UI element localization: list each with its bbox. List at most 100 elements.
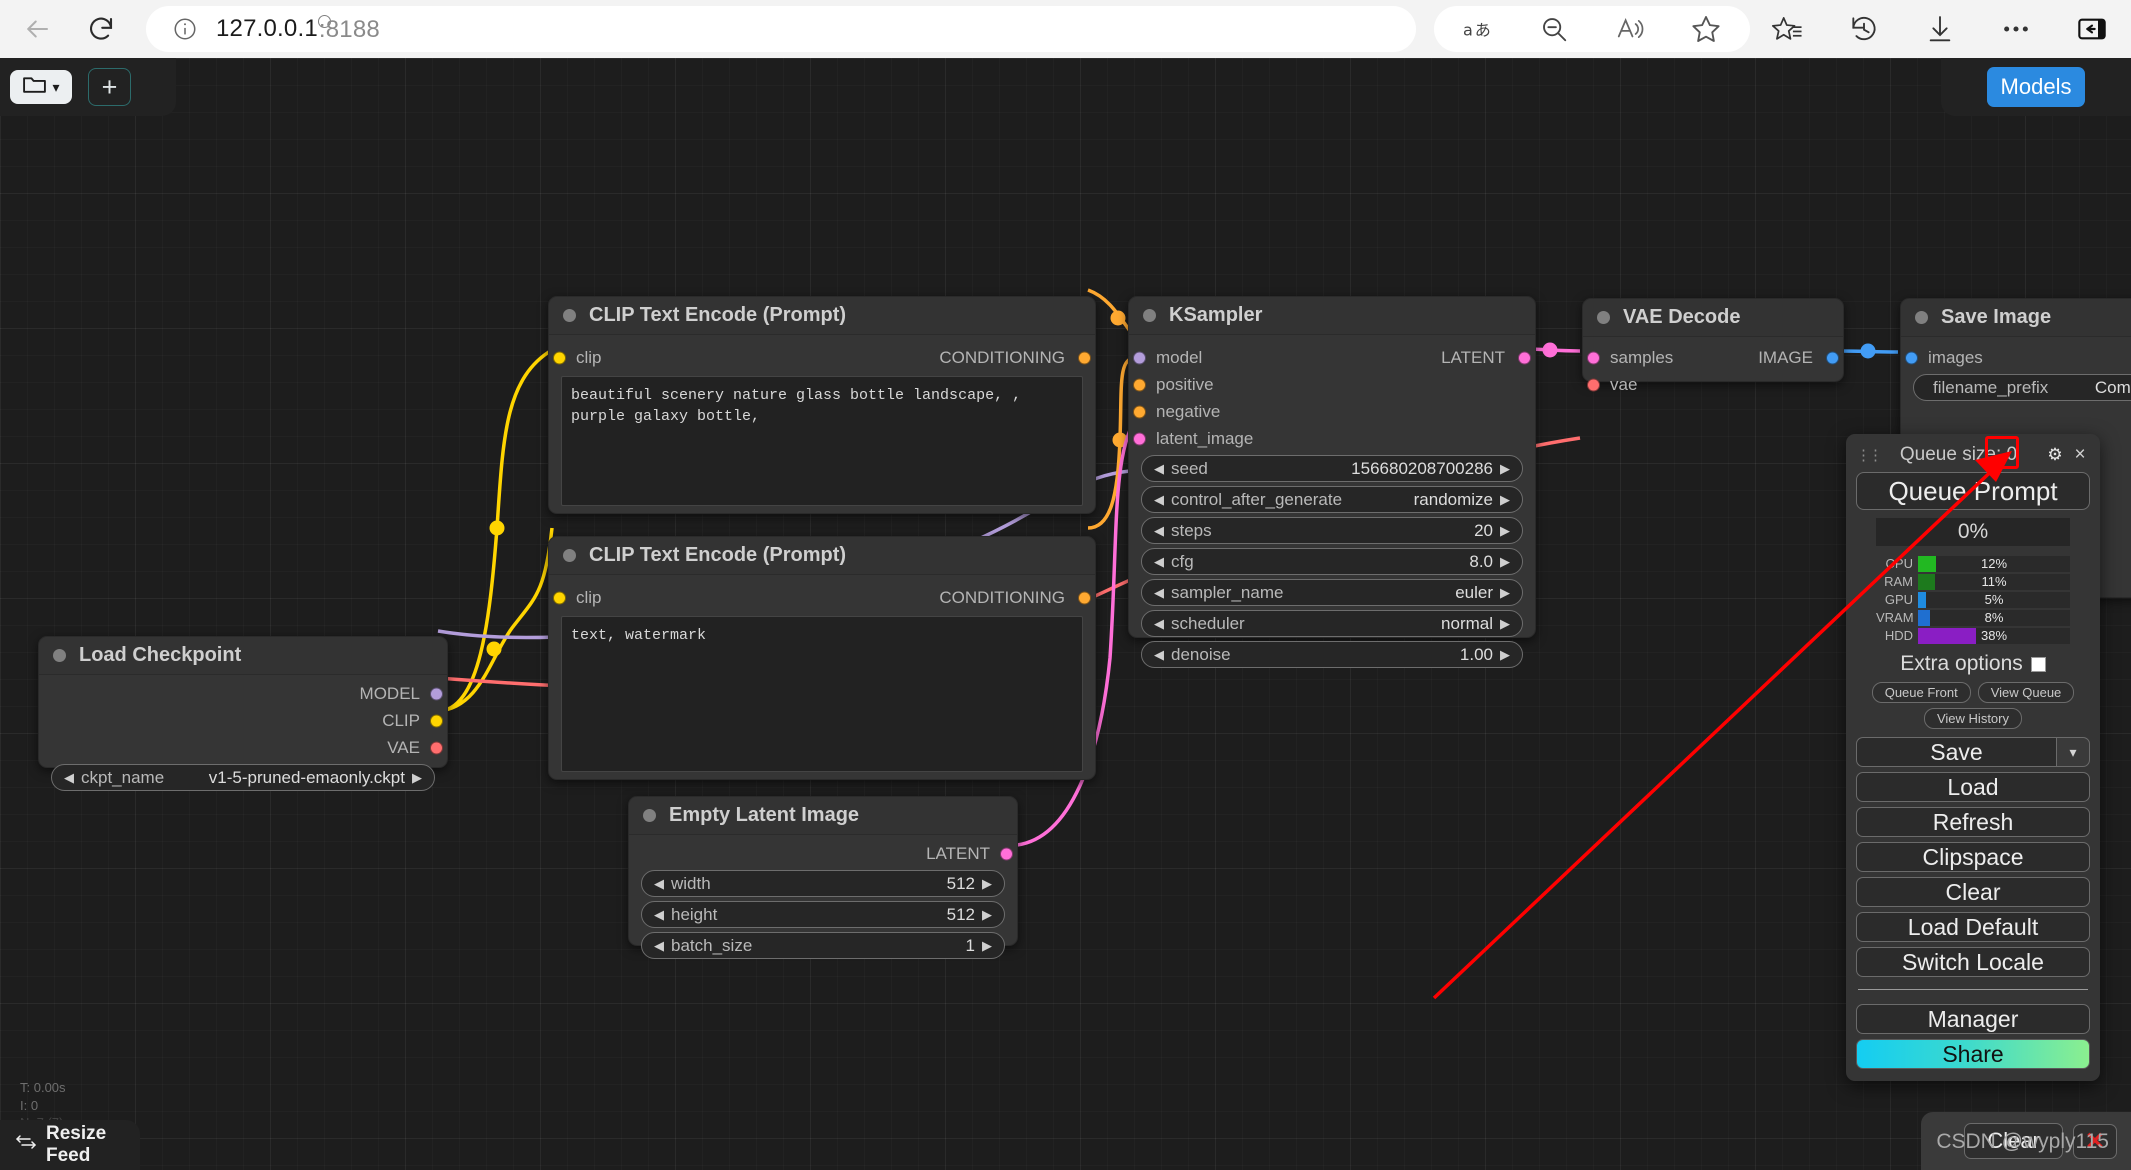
node-slot-samples[interactable]: samples IMAGE: [1583, 346, 1843, 370]
node-collapse-dot[interactable]: [643, 809, 656, 822]
node-slot-latent-image[interactable]: latent_image: [1129, 427, 1535, 451]
node-slot-model-out[interactable]: MODEL: [39, 682, 447, 706]
port-conditioning-out[interactable]: [1078, 592, 1091, 605]
decrement-arrow-icon[interactable]: ◀: [1154, 616, 1164, 632]
node-slot-vae[interactable]: vae: [1583, 373, 1843, 397]
node-collapse-dot[interactable]: [1143, 309, 1156, 322]
close-feed-button[interactable]: ✕: [2073, 1124, 2117, 1159]
more-icon[interactable]: [1990, 7, 2042, 51]
port-model-in[interactable]: [1133, 352, 1146, 365]
node-clip-text-encode-positive[interactable]: CLIP Text Encode (Prompt) clip CONDITION…: [548, 296, 1096, 514]
node-slot-images[interactable]: images: [1901, 346, 2131, 370]
decrement-arrow-icon[interactable]: ◀: [1154, 492, 1164, 508]
comfyui-canvas[interactable]: ▾ + Models CLIP Text Encode (Prompt) cli…: [0, 58, 2131, 1170]
decrement-arrow-icon[interactable]: ◀: [1154, 647, 1164, 663]
decrement-arrow-icon[interactable]: ◀: [654, 938, 664, 954]
port-conditioning-out[interactable]: [1078, 352, 1091, 365]
decrement-arrow-icon[interactable]: ◀: [64, 770, 74, 786]
node-load-checkpoint[interactable]: Load Checkpoint MODEL CLIP VAE ◀ ckpt_na…: [38, 636, 448, 768]
widget-width[interactable]: ◀ width512 ▶: [641, 870, 1005, 897]
node-slot-negative[interactable]: negative: [1129, 400, 1535, 424]
node-empty-latent-image[interactable]: Empty Latent Image LATENT ◀ width512 ▶ ◀…: [628, 796, 1018, 946]
increment-arrow-icon[interactable]: ▶: [1500, 523, 1510, 539]
collections-icon[interactable]: [1762, 7, 1814, 51]
increment-arrow-icon[interactable]: ▶: [982, 907, 992, 923]
clear-button[interactable]: Clear: [1856, 877, 2090, 907]
read-aloud-icon[interactable]: [1604, 7, 1656, 51]
port-clip-in[interactable]: [553, 352, 566, 365]
workflow-folder-button[interactable]: ▾: [10, 70, 72, 104]
downloads-icon[interactable]: [1914, 7, 1966, 51]
close-icon[interactable]: ×: [2070, 444, 2090, 466]
port-clip-in[interactable]: [553, 592, 566, 605]
port-image-out[interactable]: [1826, 352, 1839, 365]
widget-seed[interactable]: ◀ seed156680208700286 ▶: [1141, 455, 1523, 482]
add-workflow-button[interactable]: +: [88, 68, 131, 106]
sidebar-icon[interactable]: [2066, 7, 2118, 51]
comfyui-menu-panel[interactable]: ⋮⋮ Queue size: 0 ⚙ × Queue Prompt 0% CPU…: [1846, 434, 2100, 1081]
port-negative-in[interactable]: [1133, 406, 1146, 419]
increment-arrow-icon[interactable]: ▶: [982, 876, 992, 892]
node-slot-clip-out[interactable]: CLIP: [39, 709, 447, 733]
queue-front-button[interactable]: Queue Front: [1872, 682, 1971, 703]
translate-icon[interactable]: aあ: [1452, 7, 1504, 51]
node-slot-vae-out[interactable]: VAE: [39, 736, 447, 760]
clipspace-button[interactable]: Clipspace: [1856, 842, 2090, 872]
view-history-button[interactable]: View History: [1924, 708, 2022, 729]
node-collapse-dot[interactable]: [1597, 311, 1610, 324]
manager-button[interactable]: Manager: [1856, 1004, 2090, 1034]
prompt-textarea-positive[interactable]: beautiful scenery nature glass bottle la…: [561, 376, 1083, 506]
extra-options-checkbox[interactable]: [2031, 657, 2046, 672]
node-slot-clip[interactable]: clip CONDITIONING: [549, 586, 1095, 610]
node-slot-latent-out[interactable]: LATENT: [629, 842, 1017, 866]
widget-batch-size[interactable]: ◀ batch_size1 ▶: [641, 932, 1005, 959]
node-title-bar[interactable]: VAE Decode: [1583, 299, 1843, 337]
reload-button[interactable]: [74, 7, 128, 51]
resize-feed-button[interactable]: Resize Feed: [0, 1120, 140, 1170]
models-button[interactable]: Models: [1987, 67, 2086, 107]
port-latent-out[interactable]: [1518, 352, 1531, 365]
node-title-bar[interactable]: KSampler: [1129, 297, 1535, 335]
port-vae-out[interactable]: [430, 742, 443, 755]
port-latent-image-in[interactable]: [1133, 433, 1146, 446]
node-collapse-dot[interactable]: [563, 549, 576, 562]
node-title-bar[interactable]: Empty Latent Image: [629, 797, 1017, 835]
port-clip-out[interactable]: [430, 715, 443, 728]
widget-sampler-name[interactable]: ◀ sampler_nameeuler ▶: [1141, 579, 1523, 606]
node-title-bar[interactable]: Load Checkpoint: [39, 637, 447, 675]
node-collapse-dot[interactable]: [1915, 311, 1928, 324]
node-slot-positive[interactable]: positive: [1129, 373, 1535, 397]
port-model-out[interactable]: [430, 688, 443, 701]
increment-arrow-icon[interactable]: ▶: [1500, 647, 1510, 663]
node-vae-decode[interactable]: VAE Decode samples IMAGE vae: [1582, 298, 1844, 382]
back-button[interactable]: [10, 7, 64, 51]
port-images-in[interactable]: [1905, 352, 1918, 365]
zoom-out-icon[interactable]: [1528, 7, 1580, 51]
increment-arrow-icon[interactable]: ▶: [1500, 461, 1510, 477]
node-collapse-dot[interactable]: [563, 309, 576, 322]
widget-control-after-generate[interactable]: ◀ control_after_generaterandomize ▶: [1141, 486, 1523, 513]
switch-locale-button[interactable]: Switch Locale: [1856, 947, 2090, 977]
port-positive-in[interactable]: [1133, 379, 1146, 392]
load-button[interactable]: Load: [1856, 772, 2090, 802]
address-bar[interactable]: 127.0.0.1:8188: [146, 6, 1416, 52]
widget-denoise[interactable]: ◀ denoise1.00 ▶: [1141, 641, 1523, 668]
decrement-arrow-icon[interactable]: ◀: [1154, 523, 1164, 539]
node-collapse-dot[interactable]: [53, 649, 66, 662]
increment-arrow-icon[interactable]: ▶: [1500, 585, 1510, 601]
node-clip-text-encode-negative[interactable]: CLIP Text Encode (Prompt) clip CONDITION…: [548, 536, 1096, 780]
load-default-button[interactable]: Load Default: [1856, 912, 2090, 942]
clear-feed-button[interactable]: Clear: [1964, 1123, 2063, 1159]
chevron-down-icon[interactable]: ▾: [2056, 737, 2090, 767]
drag-handle-icon[interactable]: ⋮⋮: [1856, 446, 1874, 464]
history-icon[interactable]: [1838, 7, 1890, 51]
node-slot-model[interactable]: model LATENT: [1129, 346, 1535, 370]
increment-arrow-icon[interactable]: ▶: [412, 770, 422, 786]
node-slot-clip[interactable]: clip CONDITIONING: [549, 346, 1095, 370]
decrement-arrow-icon[interactable]: ◀: [1154, 461, 1164, 477]
node-title-bar[interactable]: Save Image: [1901, 299, 2131, 337]
decrement-arrow-icon[interactable]: ◀: [1154, 585, 1164, 601]
node-title-bar[interactable]: CLIP Text Encode (Prompt): [549, 537, 1095, 575]
increment-arrow-icon[interactable]: ▶: [1500, 616, 1510, 632]
widget-height[interactable]: ◀ height512 ▶: [641, 901, 1005, 928]
